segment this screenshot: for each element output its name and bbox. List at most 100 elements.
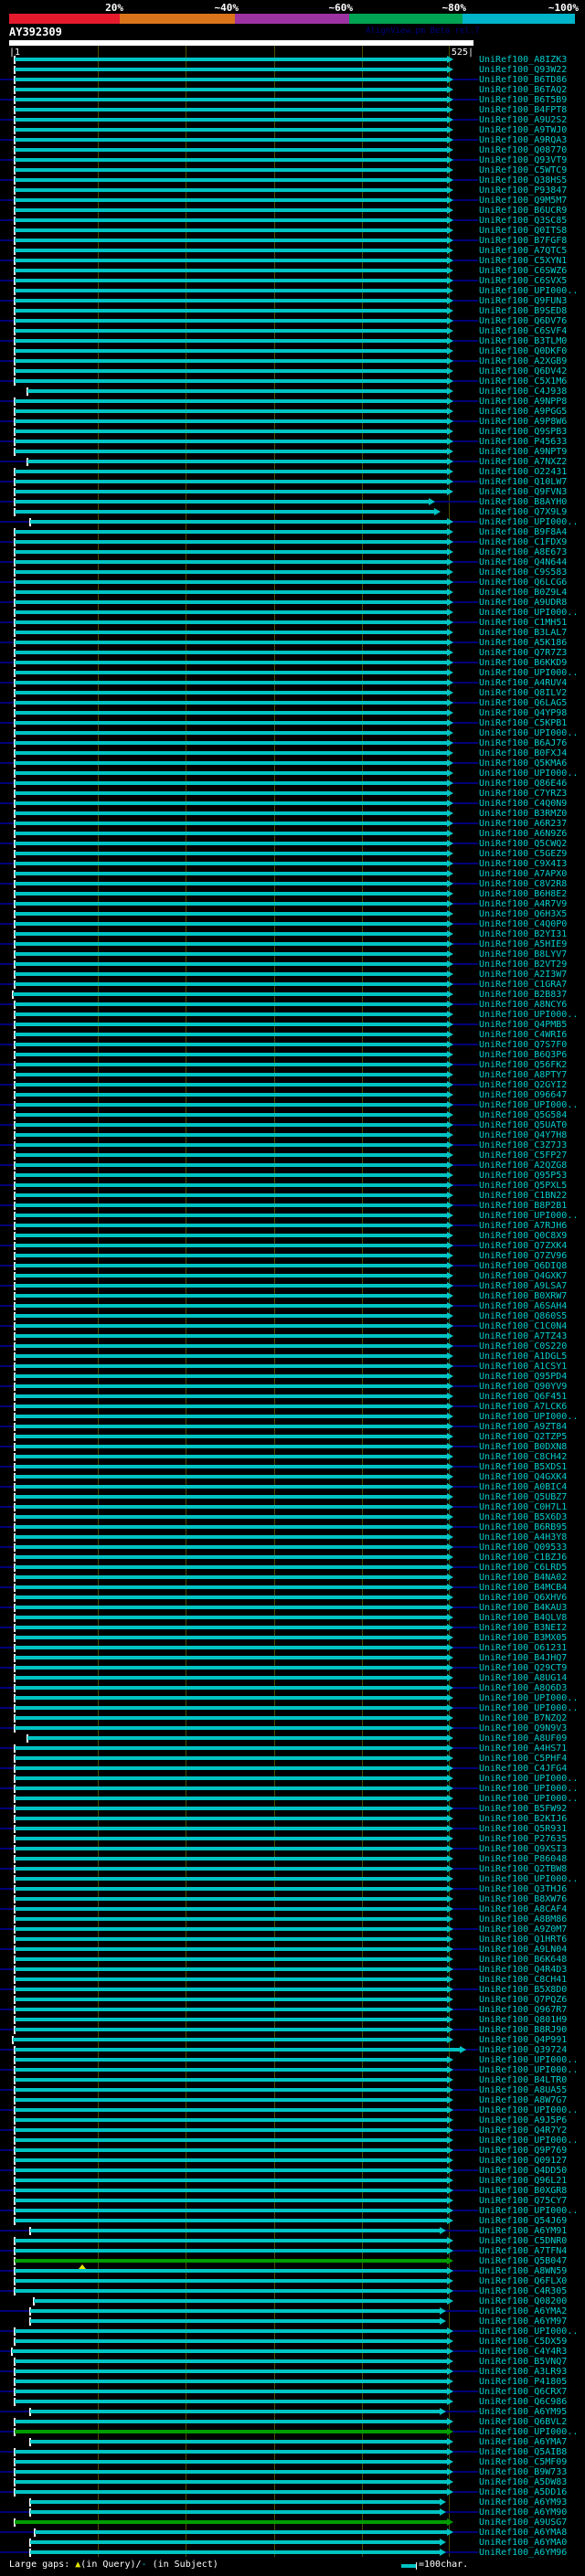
hit-bar[interactable] <box>15 2158 447 2162</box>
hit-bar[interactable] <box>15 1002 447 1006</box>
hit-bar[interactable] <box>15 2168 447 2172</box>
hit-bar[interactable] <box>15 2369 447 2373</box>
hit-label[interactable]: UniRef100_Q5B047 <box>479 2256 567 2266</box>
hit-label[interactable]: UniRef100_A9J5P6 <box>479 2115 567 2125</box>
hit-label[interactable]: UniRef100_C1GRA7 <box>479 980 567 990</box>
hit-label[interactable]: UniRef100_B5X8D0 <box>479 1985 567 1995</box>
hit-bar[interactable] <box>15 2219 447 2222</box>
hit-label[interactable]: UniRef100_A6YM90 <box>479 2507 567 2518</box>
hit-bar[interactable] <box>15 2279 447 2283</box>
hit-bar[interactable] <box>15 932 447 936</box>
hit-bar[interactable] <box>15 1998 447 2001</box>
hit-label[interactable]: UniRef100_C8CH41 <box>479 1975 567 1985</box>
hit-bar[interactable] <box>35 2530 447 2534</box>
hit-bar[interactable] <box>15 1425 447 1428</box>
hit-bar[interactable] <box>15 1927 447 1931</box>
hit-bar[interactable] <box>15 691 447 694</box>
hit-label[interactable]: UniRef100_Q6BVL2 <box>479 2417 567 2427</box>
hit-label[interactable]: UniRef100_B3RMZ0 <box>479 809 567 819</box>
hit-label[interactable]: UniRef100_Q7X9L9 <box>479 507 567 517</box>
hit-bar[interactable] <box>15 701 447 705</box>
hit-bar[interactable] <box>15 1334 447 1338</box>
hit-bar[interactable] <box>15 359 447 363</box>
hit-bar[interactable] <box>15 510 434 514</box>
hit-bar[interactable] <box>15 500 429 504</box>
hit-label[interactable]: UniRef100_B0XGR8 <box>479 2186 567 2196</box>
hit-label[interactable]: UniRef100_Q2GYI2 <box>479 1080 567 1090</box>
hit-label[interactable]: UniRef100_C5GEZ9 <box>479 849 567 859</box>
hit-bar[interactable] <box>15 429 447 433</box>
hit-label[interactable]: UniRef100_O61231 <box>479 1643 567 1653</box>
hit-bar[interactable] <box>15 741 447 745</box>
hit-label[interactable]: UniRef100_B5FW92 <box>479 1804 567 1814</box>
hit-label[interactable]: UniRef100_P45633 <box>479 437 567 447</box>
hit-label[interactable]: UniRef100_C1C0N4 <box>479 1321 567 1331</box>
hit-bar[interactable] <box>15 1696 447 1700</box>
hit-bar[interactable] <box>15 1676 447 1680</box>
hit-bar[interactable] <box>15 1053 447 1056</box>
hit-bar[interactable] <box>15 2118 447 2122</box>
hit-bar[interactable] <box>15 631 447 634</box>
hit-bar[interactable] <box>15 1043 447 1046</box>
hit-bar[interactable] <box>15 450 447 453</box>
hit-bar[interactable] <box>15 1405 447 1408</box>
hit-label[interactable]: UniRef100_A3LR93 <box>479 2367 567 2377</box>
hit-label[interactable]: UniRef100_B2VT29 <box>479 959 567 970</box>
hit-label[interactable]: UniRef100_Q4DD50 <box>479 2166 567 2176</box>
hit-label[interactable]: UniRef100_A8CAF4 <box>479 1904 567 1914</box>
hit-bar[interactable] <box>15 1344 447 1348</box>
hit-label[interactable]: UniRef100_Q5UBZ7 <box>479 1492 567 1502</box>
hit-bar[interactable] <box>15 781 447 785</box>
hit-bar[interactable] <box>15 2209 447 2212</box>
hit-bar[interactable] <box>15 530 447 534</box>
hit-bar[interactable] <box>15 1364 447 1368</box>
hit-label[interactable]: UniRef100_Q10LW7 <box>479 477 567 487</box>
hit-label[interactable]: UniRef100_A9UDR8 <box>479 598 567 608</box>
hit-bar[interactable] <box>15 811 447 815</box>
hit-bar[interactable] <box>15 208 447 212</box>
hit-label[interactable]: UniRef100_C4WRI6 <box>479 1030 567 1040</box>
hit-label[interactable]: UniRef100_B5X6D3 <box>479 1512 567 1522</box>
hit-bar[interactable] <box>15 2148 447 2152</box>
hit-label[interactable]: UniRef100_Q6DIQ8 <box>479 1261 567 1271</box>
hit-bar[interactable] <box>15 1917 447 1921</box>
hit-label[interactable]: UniRef100_B6K648 <box>479 1955 567 1965</box>
hit-bar[interactable] <box>15 822 447 825</box>
hit-label[interactable]: UniRef100_Q6LCG6 <box>479 578 567 588</box>
hit-label[interactable]: UniRef100_C5X1M6 <box>479 376 567 387</box>
hit-bar[interactable] <box>15 1384 447 1388</box>
hit-bar[interactable] <box>15 1606 447 1609</box>
hit-bar[interactable] <box>15 1203 447 1207</box>
hit-label[interactable]: UniRef100_Q95P53 <box>479 1171 567 1181</box>
hit-bar[interactable] <box>15 2128 447 2132</box>
hit-label[interactable]: UniRef100_Q801H9 <box>479 2015 567 2025</box>
hit-label[interactable]: UniRef100_C5KPB1 <box>479 718 567 728</box>
hit-label[interactable]: UniRef100_A6YM96 <box>479 2548 567 2558</box>
hit-bar[interactable] <box>15 1756 447 1760</box>
hit-bar[interactable] <box>15 1867 447 1871</box>
hit-label[interactable]: UniRef100_UPI000.. <box>479 1010 578 1020</box>
hit-label[interactable]: UniRef100_Q2TBW8 <box>479 1864 567 1874</box>
hit-bar[interactable] <box>15 1083 447 1087</box>
hit-bar[interactable] <box>15 962 447 966</box>
hit-bar[interactable] <box>34 2299 447 2303</box>
hit-label[interactable]: UniRef100_B8P2B1 <box>479 1201 567 1211</box>
hit-bar[interactable] <box>15 1977 447 1981</box>
hit-bar[interactable] <box>15 751 447 755</box>
hit-bar[interactable] <box>15 1254 447 1257</box>
hit-label[interactable]: UniRef100_B0XRW7 <box>479 1291 567 1301</box>
hit-bar[interactable] <box>15 1535 447 1539</box>
hit-bar[interactable] <box>15 580 447 584</box>
hit-label[interactable]: UniRef100_A6R237 <box>479 819 567 829</box>
hit-label[interactable]: UniRef100_A8BM86 <box>479 1914 567 1924</box>
hit-bar[interactable] <box>15 2098 447 2102</box>
hit-bar[interactable] <box>15 912 447 916</box>
hit-label[interactable]: UniRef100_Q860S5 <box>479 1311 567 1321</box>
hit-label[interactable]: UniRef100_O96647 <box>479 1090 567 1100</box>
hit-label[interactable]: UniRef100_B4JHQ7 <box>479 1653 567 1663</box>
hit-label[interactable]: UniRef100_B6TD86 <box>479 75 567 85</box>
hit-bar[interactable] <box>15 2450 447 2454</box>
hit-bar[interactable] <box>15 369 447 373</box>
hit-label[interactable]: UniRef100_B4MCB4 <box>479 1583 567 1593</box>
hit-bar[interactable] <box>15 902 447 906</box>
